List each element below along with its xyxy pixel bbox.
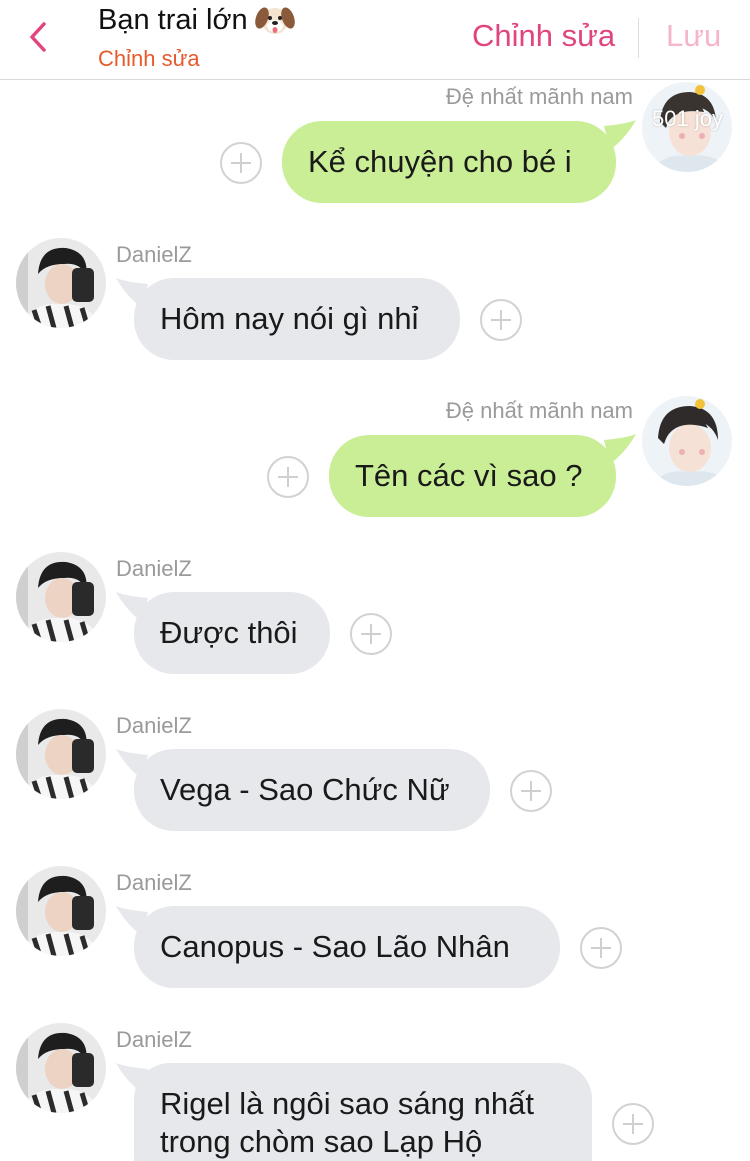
avatar-image	[16, 709, 106, 799]
avatar[interactable]	[16, 552, 106, 642]
avatar-image	[16, 866, 106, 956]
add-reaction-button[interactable]	[480, 299, 522, 341]
chat-subtitle[interactable]: Chỉnh sửa	[98, 46, 296, 72]
sender-name: DanielZ	[116, 713, 192, 738]
message-bubble[interactable]: Hôm nay nói gì nhỉ	[134, 278, 460, 360]
avatar[interactable]	[16, 1023, 106, 1113]
avatar[interactable]	[16, 709, 106, 799]
dog-face-emoji	[254, 7, 295, 34]
add-reaction-button[interactable]	[580, 927, 622, 969]
sender-name: DanielZ	[116, 242, 192, 267]
add-reaction-button[interactable]	[612, 1103, 654, 1145]
avatar-image	[16, 238, 106, 328]
avatar[interactable]	[16, 238, 106, 328]
back-button[interactable]	[22, 14, 62, 60]
message-list[interactable]: Đệ nhất mãnh nam Kể chuyện cho bé i 501 …	[0, 80, 750, 1161]
add-reaction-button[interactable]	[350, 613, 392, 655]
avatar-image	[16, 552, 106, 642]
chat-title-text: Bạn trai lớn	[98, 3, 248, 36]
sender-name: Đệ nhất mãnh nam	[445, 84, 633, 109]
sender-name: DanielZ	[116, 870, 192, 895]
message-bubble[interactable]: Được thôi	[134, 592, 330, 674]
avatar-image	[642, 396, 732, 486]
message-bubble[interactable]: Vega - Sao Chức Nữ	[134, 749, 490, 831]
header-bar: Bạn trai lớn Chỉnh sửa Chỉnh sửa Lưu	[0, 0, 750, 80]
message-bubble[interactable]: Tên các vì sao ?	[329, 435, 616, 517]
sender-name: DanielZ	[116, 556, 192, 581]
message-bubble[interactable]: Canopus - Sao Lão Nhân	[134, 906, 560, 988]
header-divider	[638, 18, 639, 58]
message-bubble[interactable]: Rigel là ngôi sao sáng nhất trong chòm s…	[134, 1063, 592, 1161]
avatar[interactable]	[16, 866, 106, 956]
avatar[interactable]	[642, 396, 732, 486]
title-block: Bạn trai lớn Chỉnh sửa	[98, 0, 296, 72]
avatar-image	[16, 1023, 106, 1113]
chat-screen: Bạn trai lớn Chỉnh sửa Chỉnh sửa Lưu Đệ …	[0, 0, 750, 1161]
add-reaction-button[interactable]	[267, 456, 309, 498]
chat-title: Bạn trai lớn	[98, 2, 296, 38]
save-button[interactable]: Lưu	[666, 18, 721, 54]
add-reaction-button[interactable]	[510, 770, 552, 812]
watermark-text: 501 joy	[652, 106, 723, 131]
message-bubble[interactable]: Kể chuyện cho bé i	[282, 121, 616, 203]
edit-button[interactable]: Chỉnh sửa	[472, 18, 615, 54]
sender-name: DanielZ	[116, 1027, 192, 1052]
add-reaction-button[interactable]	[220, 142, 262, 184]
chevron-left-icon	[30, 22, 46, 52]
sender-name: Đệ nhất mãnh nam	[445, 398, 633, 423]
